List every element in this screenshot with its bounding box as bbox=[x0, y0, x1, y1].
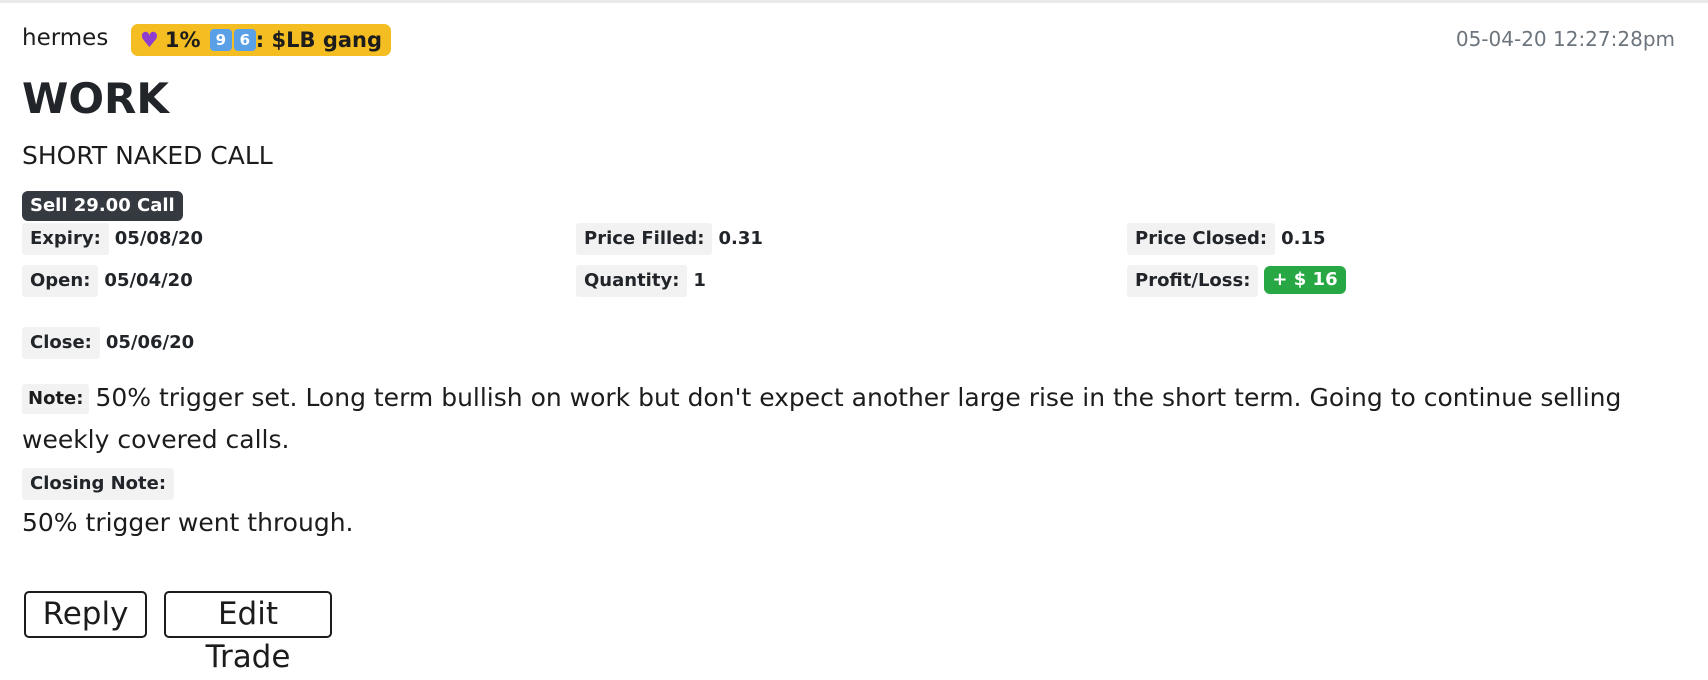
leg-badge: Sell 29.00 Call bbox=[22, 191, 183, 221]
author-name[interactable]: hermes bbox=[22, 23, 108, 53]
price-closed-label: Price Closed: bbox=[1127, 223, 1276, 255]
close-field: Close: 05/06/20 bbox=[22, 327, 194, 359]
keycap-six-icon: 6 bbox=[233, 29, 256, 51]
strategy-name: SHORT NAKED CALL bbox=[22, 141, 273, 170]
profit-loss-badge: + $ 16 bbox=[1264, 266, 1346, 294]
purple-heart-icon: ♥ bbox=[140, 28, 159, 52]
price-filled-field: Price Filled: 0.31 bbox=[576, 223, 763, 255]
badge-group-name: : $LB gang bbox=[255, 28, 383, 52]
note-text: 50% trigger set. Long term bullish on wo… bbox=[22, 383, 1622, 454]
price-closed-value: 0.15 bbox=[1281, 228, 1326, 249]
badge-percent: 1% bbox=[164, 28, 201, 52]
reply-button[interactable]: Reply bbox=[24, 591, 147, 638]
expiry-label: Expiry: bbox=[22, 223, 109, 255]
quantity-value: 1 bbox=[693, 270, 706, 291]
edit-trade-button[interactable]: Edit Trade bbox=[164, 591, 332, 675]
close-value: 05/06/20 bbox=[105, 332, 195, 353]
expiry-value: 05/08/20 bbox=[114, 228, 204, 249]
close-label: Close: bbox=[22, 327, 100, 359]
price-filled-label: Price Filled: bbox=[576, 223, 713, 255]
trade-note: Note: 50% trigger set. Long term bullish … bbox=[22, 377, 1632, 461]
note-label: Note: bbox=[22, 384, 90, 414]
open-value: 05/04/20 bbox=[104, 270, 193, 291]
ticker-symbol: WORK bbox=[22, 74, 169, 123]
closing-note-label: Closing Note: bbox=[22, 468, 175, 500]
group-badge: ♥ 1% 96: $LB gang bbox=[131, 24, 392, 56]
quantity-label: Quantity: bbox=[576, 265, 688, 297]
expiry-field: Expiry: 05/08/20 bbox=[22, 223, 203, 255]
closing-note-text: 50% trigger went through. bbox=[22, 508, 354, 537]
trade-card: hermes ♥ 1% 96: $LB gang 05-04-20 12:27:2… bbox=[0, 0, 1708, 680]
price-filled-value: 0.31 bbox=[718, 228, 763, 249]
price-closed-field: Price Closed: 0.15 bbox=[1127, 223, 1326, 255]
quantity-field: Quantity: 1 bbox=[576, 265, 706, 297]
profit-loss-label: Profit/Loss: bbox=[1127, 265, 1259, 297]
open-field: Open: 05/04/20 bbox=[22, 265, 193, 297]
keycap-nine-icon: 9 bbox=[209, 29, 232, 51]
open-label: Open: bbox=[22, 265, 99, 297]
profit-loss-field: Profit/Loss: + $ 16 bbox=[1127, 265, 1346, 297]
post-timestamp: 05-04-20 12:27:28pm bbox=[1455, 27, 1675, 51]
